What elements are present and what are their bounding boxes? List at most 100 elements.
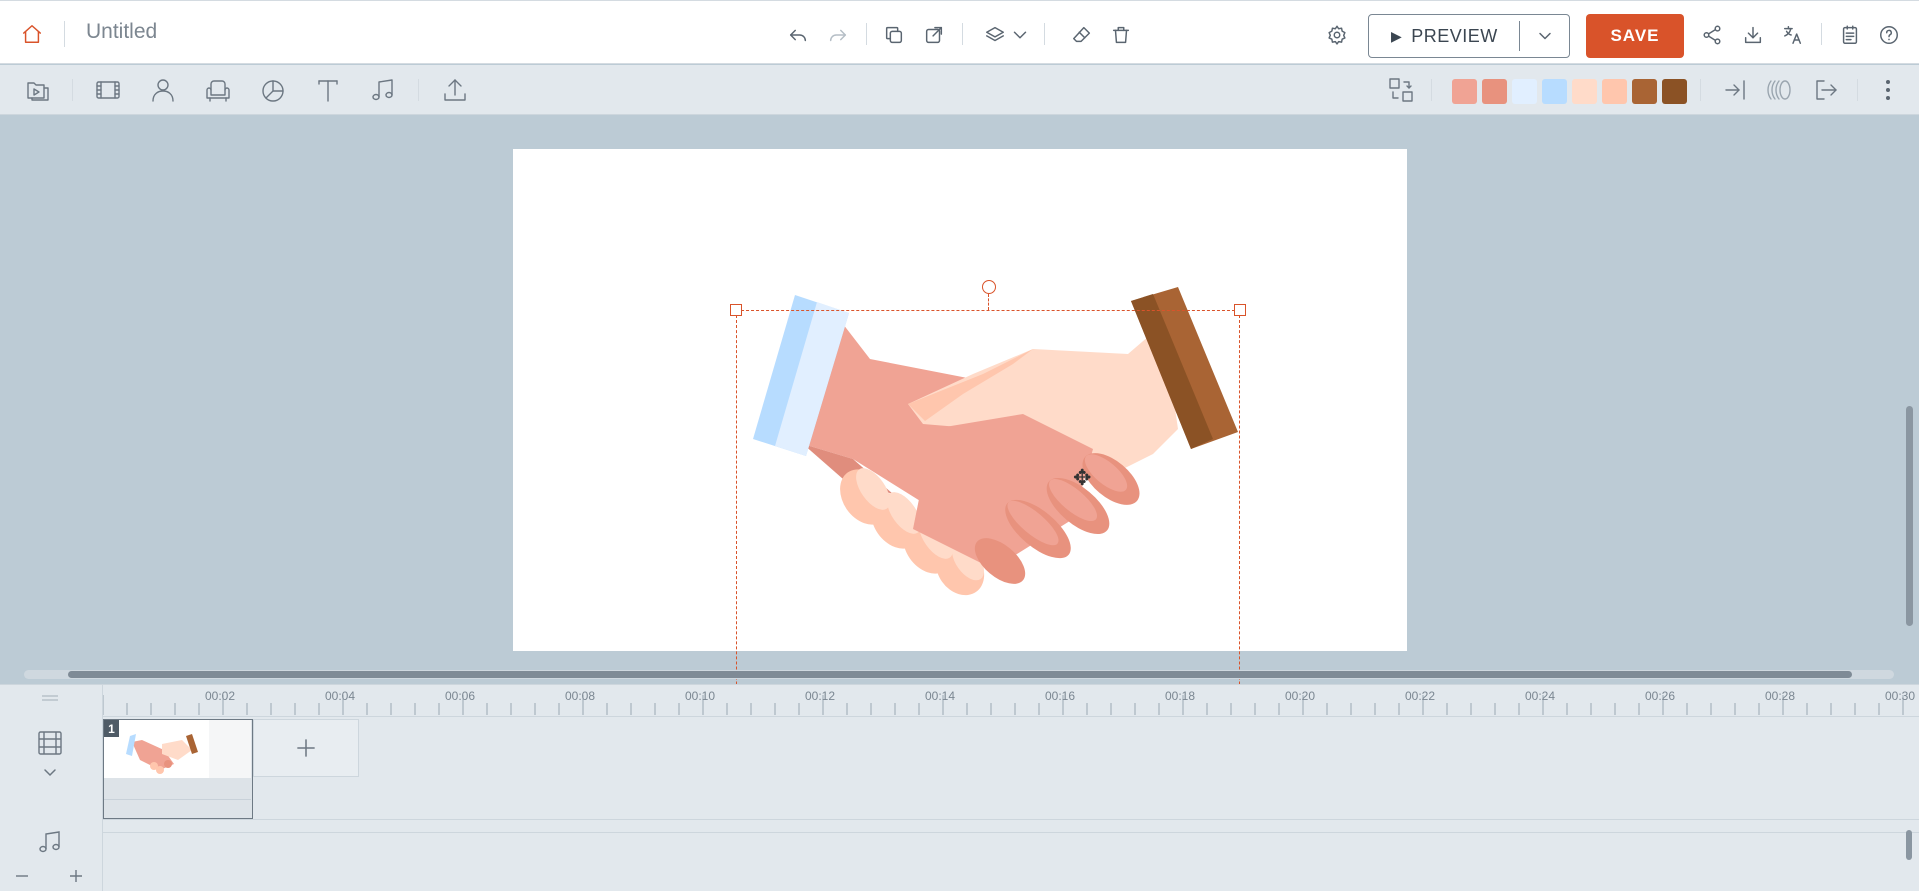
handshake-thumbnail-icon <box>126 720 251 778</box>
add-scene-button[interactable] <box>253 719 359 777</box>
share-icon[interactable] <box>1696 19 1728 51</box>
scenes-track-icon[interactable] <box>36 729 64 762</box>
vertical-scrollbar[interactable] <box>1906 406 1913 626</box>
move-cursor-icon: ✥ <box>1073 465 1092 490</box>
plus-icon <box>297 739 315 757</box>
rotate-handle[interactable] <box>982 280 996 294</box>
save-button[interactable]: SAVE <box>1586 14 1684 58</box>
ruler-label: 00:08 <box>565 689 596 703</box>
ruler-label: 00:26 <box>1645 689 1676 703</box>
notes-icon[interactable] <box>1834 19 1866 51</box>
color-swatch[interactable] <box>1602 79 1627 104</box>
preview-options-button[interactable] <box>1520 15 1569 57</box>
eraser-icon[interactable] <box>1066 19 1098 51</box>
play-icon: ▶ <box>1391 27 1403 44</box>
canvas-area: ✥ <box>0 116 1919 800</box>
layers-icon[interactable] <box>979 19 1011 51</box>
effect-icon[interactable] <box>1762 72 1798 108</box>
color-swatch[interactable] <box>1482 79 1507 104</box>
swap-icon[interactable] <box>1383 72 1419 108</box>
preview-button[interactable]: ▶ PREVIEW <box>1369 15 1519 57</box>
color-swatch[interactable] <box>1632 79 1657 104</box>
chevron-down-icon[interactable] <box>1008 19 1032 51</box>
ruler-label: 00:28 <box>1765 689 1796 703</box>
more-icon[interactable] <box>1870 72 1906 108</box>
music-icon[interactable] <box>365 72 401 108</box>
home-icon[interactable] <box>16 18 48 50</box>
scene-track: 1 <box>103 717 1919 820</box>
top-bar: Untitled ▶ PREVIEW SAVE <box>0 0 1919 64</box>
divider <box>64 21 65 47</box>
color-swatch[interactable] <box>1512 79 1537 104</box>
resize-handle-top-right[interactable] <box>1234 304 1246 316</box>
divider <box>72 79 73 101</box>
video-icon[interactable] <box>90 72 126 108</box>
duplicate-icon[interactable] <box>878 19 910 51</box>
scene-divider <box>104 799 251 800</box>
redo-icon[interactable] <box>822 19 854 51</box>
external-edit-icon[interactable] <box>918 19 950 51</box>
timeline-controls <box>0 685 103 891</box>
ruler-label: 00:22 <box>1405 689 1436 703</box>
trash-icon[interactable] <box>1105 19 1137 51</box>
ruler-label: 00:30 <box>1885 689 1916 703</box>
color-swatch[interactable] <box>1452 79 1477 104</box>
document-title[interactable]: Untitled <box>86 20 157 44</box>
chart-icon[interactable] <box>255 72 291 108</box>
translate-icon[interactable] <box>1777 19 1809 51</box>
ruler-label: 00:24 <box>1525 689 1556 703</box>
ruler-label: 00:10 <box>685 689 716 703</box>
help-icon[interactable] <box>1873 19 1905 51</box>
asset-toolbar <box>0 65 1919 115</box>
exit-animation-icon[interactable] <box>1808 72 1844 108</box>
timeline: 00:02 00:04 00:06 00:08 00:10 00:12 00:14 00:16… <box>0 684 1919 891</box>
time-ruler[interactable]: 00:02 00:04 00:06 00:08 00:10 00:12 00:14 00:16… <box>103 685 1919 717</box>
timeline-zoom-out-icon[interactable] <box>14 868 30 889</box>
ruler-label: 00:02 <box>205 689 236 703</box>
color-swatch[interactable] <box>1572 79 1597 104</box>
ruler-label: 00:14 <box>925 689 956 703</box>
ruler-label: 00:04 <box>325 689 356 703</box>
upload-icon[interactable] <box>437 72 473 108</box>
horizontal-scrollbar[interactable] <box>24 670 1894 679</box>
timeline-vertical-scrollbar[interactable] <box>1906 830 1912 860</box>
enter-animation-icon[interactable] <box>1718 72 1754 108</box>
chevron-down-icon <box>1538 32 1551 40</box>
divider <box>418 79 419 101</box>
preview-label: PREVIEW <box>1411 25 1498 46</box>
scrollbar-thumb[interactable] <box>68 671 1852 678</box>
scene-thumbnail[interactable]: 1 <box>103 719 253 819</box>
download-icon[interactable] <box>1737 19 1769 51</box>
settings-icon[interactable] <box>1321 19 1353 51</box>
chevron-down-icon[interactable] <box>42 764 58 785</box>
scene-preview-image <box>104 720 251 778</box>
ruler-label: 00:16 <box>1045 689 1076 703</box>
scene-number: 1 <box>104 720 119 737</box>
timeline-zoom-in-icon[interactable] <box>68 868 84 889</box>
ruler-label: 00:06 <box>445 689 476 703</box>
color-swatch[interactable] <box>1542 79 1567 104</box>
divider <box>1700 79 1701 101</box>
divider <box>1431 79 1432 101</box>
props-icon[interactable] <box>200 72 236 108</box>
ruler-label: 00:18 <box>1165 689 1196 703</box>
divider <box>1857 79 1858 101</box>
ruler-label: 00:20 <box>1285 689 1316 703</box>
preview-button-group: ▶ PREVIEW <box>1368 14 1570 58</box>
color-swatch[interactable] <box>1662 79 1687 104</box>
divider <box>1044 23 1045 45</box>
rotate-guide <box>988 294 989 310</box>
undo-icon[interactable] <box>782 19 814 51</box>
divider <box>866 23 867 45</box>
ruler-label: 00:12 <box>805 689 836 703</box>
divider <box>962 23 963 45</box>
text-icon[interactable] <box>310 72 346 108</box>
scenes-icon[interactable] <box>20 72 56 108</box>
audio-track-icon[interactable] <box>36 828 64 861</box>
drag-handle-icon[interactable] <box>40 689 60 707</box>
audio-track-line <box>103 832 1919 833</box>
resize-handle-top-left[interactable] <box>730 304 742 316</box>
divider <box>1821 23 1822 45</box>
character-icon[interactable] <box>145 72 181 108</box>
audio-track[interactable] <box>103 820 1919 891</box>
